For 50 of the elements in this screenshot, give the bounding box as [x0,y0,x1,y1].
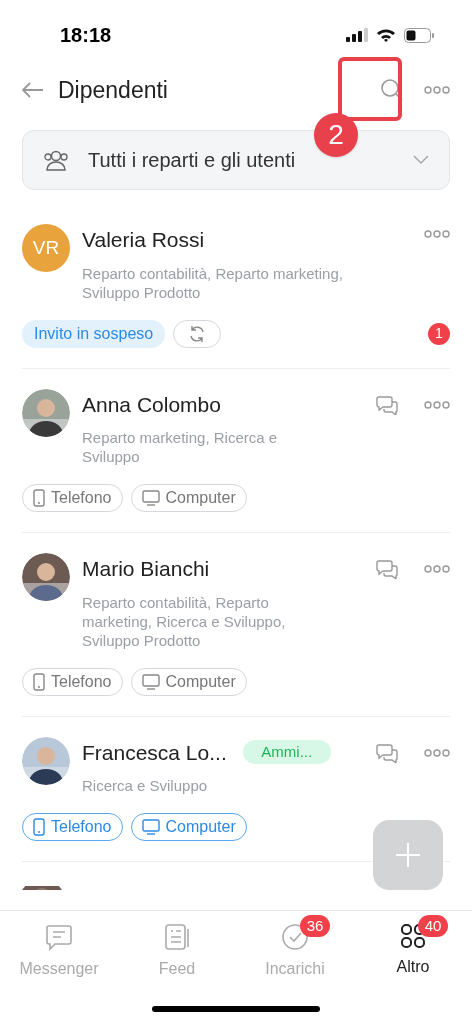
department-list: Reparto contabilità, Reparto marketing, Ricerca e Sviluppo, Sviluppo Prodotto [82,592,322,650]
more-button[interactable] [424,565,450,573]
phone-icon [33,489,45,507]
count-badge: 40 [418,915,448,937]
chat-button[interactable] [376,742,398,763]
phone-icon [33,818,45,836]
department-list: Ricerca e Sviluppo [82,776,322,795]
back-icon [22,82,44,98]
refresh-icon [188,324,207,343]
grid-icon [400,923,426,949]
add-button[interactable] [373,820,443,890]
page-title: Dipendenti [58,75,169,105]
more-icon [424,748,450,757]
more-icon [424,400,450,409]
status-time: 18:18 [60,23,112,48]
monitor-icon [141,673,160,690]
invite-status: Invito in sospeso [22,319,166,348]
department-list: Reparto marketing, Ricerca e Sviluppo [82,428,322,466]
user-name[interactable]: Anna Colombo [82,388,221,420]
role-tag: Ammi... [242,740,331,765]
battery-icon [404,27,434,43]
signal-icon [346,28,368,42]
more-icon [424,565,450,573]
more-button[interactable] [424,748,450,757]
chat-button[interactable] [376,559,398,579]
document-icon [163,923,191,951]
step-marker: 2 [314,113,358,157]
chat-icon [45,923,73,951]
avatar: VR [22,224,70,272]
user-name[interactable]: Valeria Rossi [82,224,205,256]
check-circle-icon [281,923,309,951]
notification-badge: 1 [428,322,450,345]
more-icon [424,86,450,94]
chat-button[interactable] [376,394,398,415]
chevron-down-icon [413,155,429,165]
tab[interactable]: Incarichi 36 [236,911,354,989]
monitor-icon [141,490,160,506]
monitor-icon [141,819,160,835]
user-name[interactable]: Mario Bianchi [82,553,210,585]
more-button[interactable] [424,400,450,409]
count-badge: 36 [300,915,330,937]
department-list: Reparto contabilità, Reparto marketing, Sviluppo Prodotto [82,263,372,302]
more-button[interactable] [424,230,450,238]
user-name[interactable]: Francesca Lo... [82,736,227,768]
more-icon [424,230,450,238]
wifi-icon [376,28,396,42]
people-icon [43,149,69,171]
tab[interactable]: Altro 40 [354,911,472,989]
plus-icon [395,842,421,868]
phone-icon [33,672,45,691]
